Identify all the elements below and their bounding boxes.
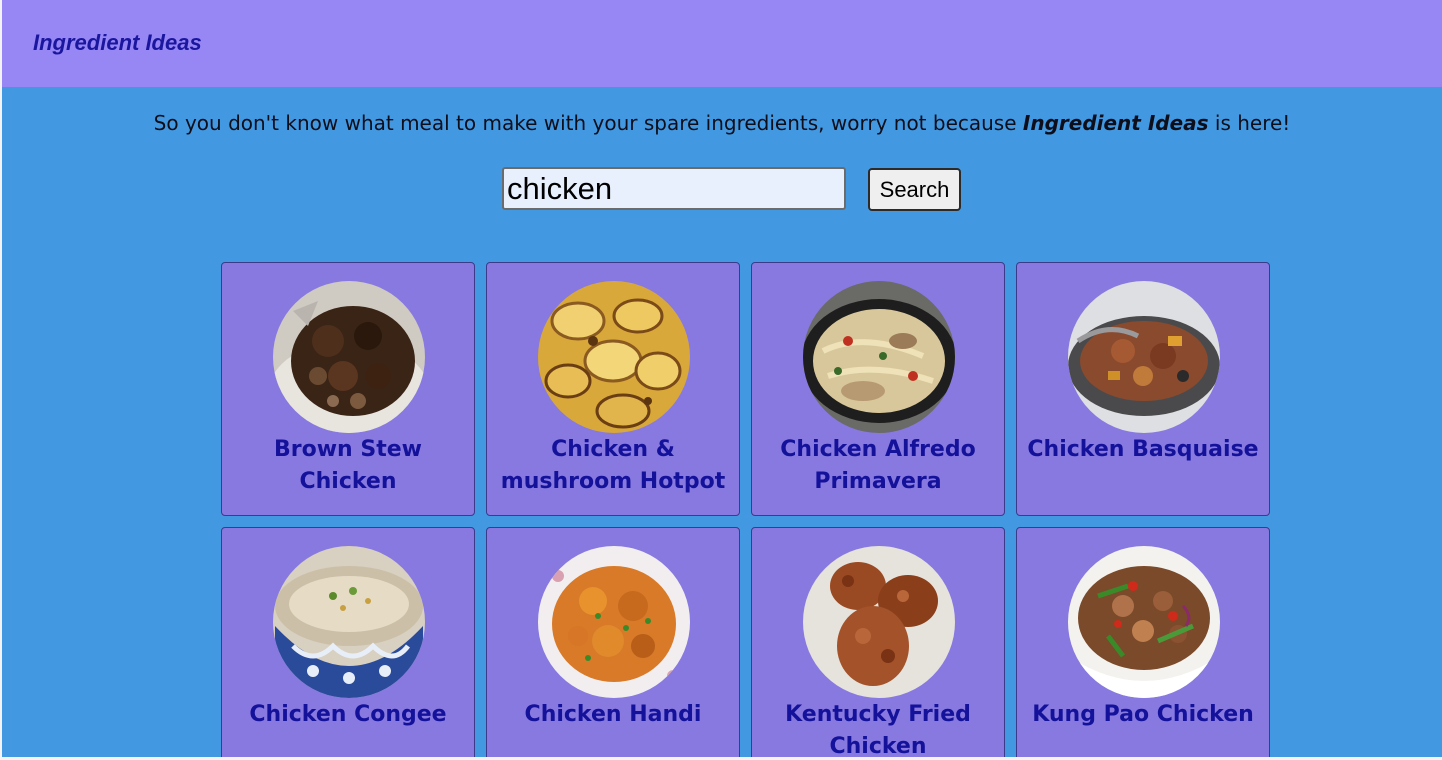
- meal-name: Chicken Handi: [524, 702, 702, 727]
- meal-card[interactable]: Kung Pao Chicken: [1016, 527, 1270, 757]
- search-button[interactable]: Search: [868, 168, 961, 211]
- header-bar: Ingredient Ideas: [2, 0, 1442, 87]
- meal-card[interactable]: Chicken Basquaise: [1016, 262, 1270, 516]
- chicken-basquaise-image: [1068, 281, 1220, 433]
- meal-photo-brown-stew-chicken: [273, 281, 425, 433]
- meal-card[interactable]: Chicken Congee: [221, 527, 475, 757]
- chicken-handi-image: [538, 546, 690, 698]
- brand-title[interactable]: Ingredient Ideas: [33, 30, 202, 56]
- meal-results-grid: Brown Stew Chicken Chicken & mushroom Ho…: [221, 262, 1274, 757]
- meal-name: Chicken & mushroom Hotpot: [500, 437, 726, 494]
- chicken-alfredo-primavera-image: [803, 281, 955, 433]
- brown-stew-chicken-image: [273, 281, 425, 433]
- search-input[interactable]: [502, 167, 846, 210]
- meal-card[interactable]: Brown Stew Chicken: [221, 262, 475, 516]
- meal-photo-chicken-mushroom-hotpot: [538, 281, 690, 433]
- meal-card[interactable]: Chicken Handi: [486, 527, 740, 757]
- meal-card[interactable]: Kentucky Fried Chicken: [751, 527, 1005, 757]
- intro-tagline: So you don't know what meal to make with…: [2, 108, 1442, 138]
- meal-name: Chicken Basquaise: [1027, 437, 1259, 462]
- meal-photo-kentucky-fried-chicken: [803, 546, 955, 698]
- page: Ingredient Ideas So you don't know what …: [2, 0, 1442, 757]
- chicken-mushroom-hotpot-image: [538, 281, 690, 433]
- meal-photo-chicken-alfredo-primavera: [803, 281, 955, 433]
- meal-photo-chicken-basquaise: [1068, 281, 1220, 433]
- intro-text-after: is here!: [1208, 111, 1291, 135]
- meal-card[interactable]: Chicken & mushroom Hotpot: [486, 262, 740, 516]
- meal-name: Chicken Alfredo Primavera: [780, 437, 976, 494]
- meal-card[interactable]: Chicken Alfredo Primavera: [751, 262, 1005, 516]
- meal-photo-chicken-handi: [538, 546, 690, 698]
- intro-brand-emphasis: Ingredient Ideas: [1022, 111, 1209, 135]
- meal-name: Chicken Congee: [249, 702, 447, 727]
- kentucky-fried-chicken-image: [803, 546, 955, 698]
- meal-name: Kentucky Fried Chicken: [785, 702, 971, 757]
- chicken-congee-image: [273, 546, 425, 698]
- meal-photo-kung-pao-chicken: [1068, 546, 1220, 698]
- meal-name: Brown Stew Chicken: [274, 437, 422, 494]
- meal-photo-chicken-congee: [273, 546, 425, 698]
- intro-text-before: So you don't know what meal to make with…: [153, 111, 1023, 135]
- meal-name: Kung Pao Chicken: [1032, 702, 1254, 727]
- kung-pao-chicken-image: [1068, 546, 1220, 698]
